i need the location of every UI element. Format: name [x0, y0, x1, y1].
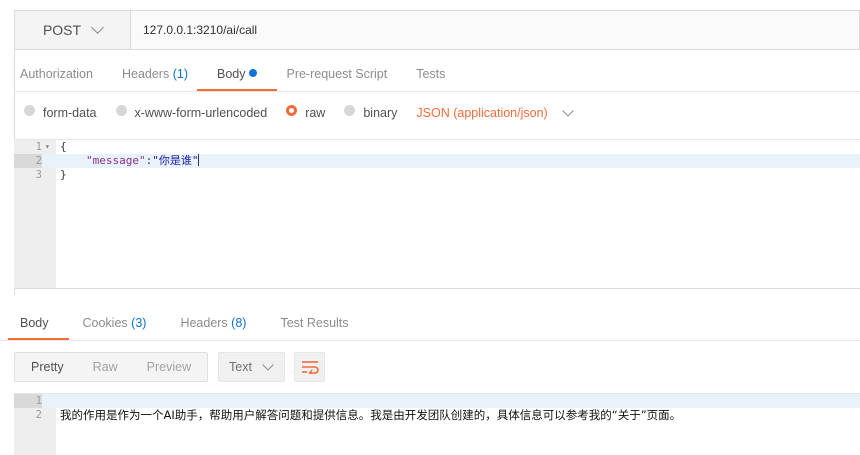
radio-raw[interactable]: raw [286, 104, 326, 120]
headers-count: (1) [172, 67, 188, 81]
content-type-dropdown[interactable]: JSON (application/json) [416, 104, 574, 120]
method-label: POST [42, 22, 82, 38]
radio-x-www-form-urlencoded[interactable]: x-www-form-urlencoded [115, 104, 268, 120]
radio-form-data[interactable]: form-data [24, 104, 97, 120]
tab-label: Pre-request Script [286, 67, 388, 81]
json-key: "message" [86, 154, 146, 167]
request-body-editor[interactable]: 1 ▾ { 2 "message":"你是谁" 3 } [14, 139, 860, 289]
tab-label: Body [20, 316, 49, 330]
text-cursor [198, 154, 200, 166]
code-line: 2 "message":"你是谁" [14, 154, 860, 168]
tab-body[interactable]: Body [197, 60, 277, 92]
tab-label: Headers [121, 67, 170, 81]
radio-label: form-data [43, 106, 97, 120]
postman-window: POST 127.0.0.1:3210/ai/call Authorizatio… [0, 0, 860, 455]
chevron-down-icon [91, 21, 104, 34]
radio-label: x-www-form-urlencoded [134, 106, 268, 120]
view-pretty-button[interactable]: Pretty [15, 360, 77, 374]
radio-icon[interactable] [115, 104, 127, 116]
radio-checked-icon[interactable] [286, 104, 298, 116]
request-tabs: Authorization Headers (1) Body Pre-reque… [14, 60, 468, 92]
view-preview-button[interactable]: Preview [131, 360, 204, 374]
tab-label: Authorization [20, 67, 93, 81]
code-text: "message":"你是谁" [86, 154, 200, 168]
line-number: 2 [35, 409, 42, 421]
divider [0, 340, 860, 341]
line-number: 3 [35, 169, 42, 181]
code-line: 1 ▾ { [14, 140, 860, 154]
code-line: 2 我的作用是作为一个AI助手，帮助用户解答问题和提供信息。我是由开发团队创建的… [14, 408, 860, 422]
tab-label: Body [216, 67, 246, 81]
modified-dot-icon [249, 69, 258, 77]
code-line: 3 } [14, 168, 860, 182]
response-headers-count: (8) [231, 316, 247, 330]
request-bar: POST 127.0.0.1:3210/ai/call [14, 10, 860, 50]
divider [14, 91, 860, 92]
tab-label: Headers [180, 316, 228, 330]
chevron-down-icon [562, 104, 574, 117]
tab-response-body[interactable]: Body [8, 309, 68, 341]
response-view-toggle: Pretty Raw Preview [14, 352, 208, 382]
radio-icon[interactable] [24, 104, 35, 116]
code-text: { [60, 140, 67, 153]
tab-authorization[interactable]: Authorization [14, 60, 99, 92]
wrap-lines-icon [301, 361, 319, 374]
response-body-viewer[interactable]: 1 2 我的作用是作为一个AI助手，帮助用户解答问题和提供信息。我是由开发团队创… [14, 393, 860, 455]
method-dropdown[interactable]: POST [15, 11, 131, 49]
radio-label: binary [363, 106, 398, 120]
response-tabs: Body Cookies (3) Headers (8) Test Result… [8, 309, 377, 341]
view-raw-button[interactable]: Raw [77, 360, 131, 374]
tab-response-headers[interactable]: Headers (8) [174, 309, 252, 341]
radio-label: raw [305, 106, 326, 120]
tab-cookies[interactable]: Cookies (3) [77, 309, 153, 341]
response-format-dropdown[interactable]: Text [218, 352, 285, 382]
tab-pre-request-script[interactable]: Pre-request Script [280, 60, 393, 92]
line-number: 2 [14, 154, 42, 168]
line-number: 1 [14, 394, 42, 408]
line-number: 1 [35, 141, 42, 153]
wrap-lines-button[interactable] [294, 352, 325, 382]
fold-arrow-icon[interactable]: ▾ [45, 140, 50, 154]
tab-headers[interactable]: Headers (1) [116, 60, 194, 92]
code-text: } [60, 168, 67, 181]
url-input[interactable]: 127.0.0.1:3210/ai/call [131, 11, 859, 49]
radio-binary[interactable]: binary [344, 104, 398, 120]
code-text: 我的作用是作为一个AI助手，帮助用户解答问题和提供信息。我是由开发团队创建的，具… [60, 408, 682, 422]
tab-label: Tests [416, 67, 446, 81]
chevron-down-icon [262, 358, 274, 371]
tab-label: Test Results [280, 316, 349, 330]
cookies-count: (3) [131, 316, 147, 330]
tab-test-results[interactable]: Test Results [274, 309, 354, 341]
format-label: Text [229, 360, 252, 374]
tab-label: Cookies [82, 316, 128, 330]
tab-tests[interactable]: Tests [410, 60, 451, 92]
json-value: "你是谁" [152, 154, 199, 167]
code-line: 1 [14, 394, 860, 408]
body-type-selector: form-data x-www-form-urlencoded raw bina… [24, 102, 574, 124]
radio-icon[interactable] [344, 104, 356, 116]
content-type-label: JSON (application/json) [416, 106, 548, 120]
